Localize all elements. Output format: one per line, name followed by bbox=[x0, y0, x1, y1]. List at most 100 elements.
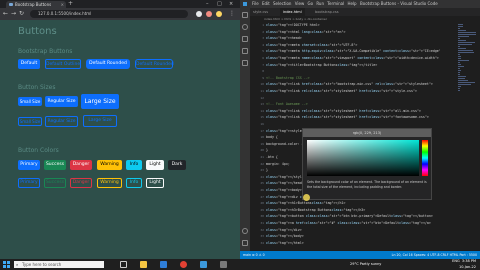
code-line[interactable]: class="tag"><!DOCTYPE html> bbox=[266, 23, 320, 28]
new-tab-button[interactable]: + bbox=[68, 0, 73, 8]
menu-item-view[interactable]: View bbox=[295, 1, 306, 6]
file-explorer-icon[interactable] bbox=[140, 261, 147, 268]
code-line[interactable]: body { bbox=[266, 135, 278, 140]
settings-gear-icon[interactable] bbox=[242, 240, 248, 246]
menu-item-run[interactable]: Run bbox=[316, 1, 325, 6]
task-view-icon[interactable] bbox=[120, 261, 127, 268]
code-line[interactable]: class="tag"><a href=class="str">"#" clas… bbox=[266, 221, 431, 226]
browser-tab[interactable]: Bootstrap Buttons × bbox=[6, 1, 66, 8]
code-line[interactable]: <!-- Bootstrap CSS --> bbox=[266, 76, 310, 81]
vscode-taskbar-icon[interactable] bbox=[200, 261, 207, 268]
code-line[interactable]: <!-- Font Awesome --> bbox=[266, 102, 308, 107]
code-line[interactable]: } bbox=[266, 148, 268, 153]
edge-icon[interactable] bbox=[160, 261, 167, 268]
run-debug-icon[interactable] bbox=[242, 48, 248, 54]
forward-icon[interactable]: → bbox=[11, 10, 16, 18]
url-input[interactable]: 127.0.0.1:5500/index.html bbox=[30, 10, 188, 18]
saturation-gradient[interactable] bbox=[307, 140, 419, 176]
menu-item-edit[interactable]: Edit bbox=[262, 1, 271, 6]
code-line[interactable]: } bbox=[266, 168, 268, 173]
code-line[interactable]: class="tag"><style> bbox=[266, 129, 304, 134]
code-line[interactable]: .btn { bbox=[266, 155, 278, 160]
store-icon[interactable] bbox=[220, 261, 227, 268]
profile-avatar[interactable] bbox=[216, 11, 222, 17]
default-rounded-outline-button[interactable]: Default Rounded bbox=[135, 59, 174, 69]
primary-button[interactable]: Primary bbox=[18, 160, 40, 170]
code-line[interactable]: class="tag"><link rel=class="str">"style… bbox=[266, 109, 421, 114]
code-line[interactable]: class="tag"><html lang=class="str">"en"> bbox=[266, 30, 345, 35]
code-line[interactable]: class="tag"><body> bbox=[266, 188, 302, 193]
default-button[interactable]: Default bbox=[18, 59, 40, 69]
code-line[interactable]: class="tag"><meta charset=class="str">"U… bbox=[266, 43, 357, 48]
code-line[interactable]: class="tag"></style> bbox=[266, 175, 306, 180]
dark-button[interactable]: Dark bbox=[168, 160, 186, 170]
info-button[interactable]: Info bbox=[126, 160, 142, 170]
code-line[interactable]: class="tag"></head> bbox=[266, 181, 304, 186]
small-size-outline-button[interactable]: Small Size bbox=[18, 117, 42, 126]
code-line[interactable]: class="tag"><meta name=class="str">"view… bbox=[266, 56, 439, 61]
code-line[interactable]: class="tag"></body> bbox=[266, 234, 304, 239]
code-line[interactable]: class="tag"><link rel=class="str">"style… bbox=[266, 115, 429, 120]
tab-bootstrap-css[interactable]: bootstrap.css bbox=[312, 8, 342, 16]
success-outline-button[interactable]: Success bbox=[44, 178, 66, 188]
extensions-icon[interactable] bbox=[242, 60, 248, 66]
extension-icon[interactable] bbox=[206, 11, 212, 17]
minimize-icon[interactable]: – bbox=[206, 0, 209, 8]
close-window-icon[interactable]: × bbox=[229, 0, 233, 8]
reload-icon[interactable]: ↻ bbox=[19, 10, 24, 18]
system-tray[interactable]: ENG 3:38 PM 10-Jan-22 bbox=[452, 259, 476, 270]
code-line[interactable]: class="tag"><meta http-equiv=class="str"… bbox=[266, 49, 440, 54]
tab-style-css[interactable]: style.css bbox=[250, 8, 271, 16]
maximize-icon[interactable]: □ bbox=[217, 0, 222, 8]
code-line[interactable]: class="tag"></html> bbox=[266, 241, 304, 246]
code-line[interactable]: class="tag"></div> bbox=[266, 228, 302, 233]
close-tab-icon[interactable]: × bbox=[61, 1, 64, 8]
code-line[interactable]: class="tag"><h3>Bootstrap Buttonsclass="… bbox=[266, 208, 365, 213]
status-right[interactable]: Ln 20, Col 16 Spaces: 4 UTF-8 CRLF HTML … bbox=[392, 251, 477, 259]
code-line[interactable]: class="tag"><button class=class="str">"b… bbox=[266, 214, 433, 219]
bookmark-icon[interactable] bbox=[196, 11, 202, 17]
weather-widget[interactable]: 29°C Partly sunny bbox=[350, 259, 381, 270]
menu-item-selection[interactable]: Selection bbox=[273, 1, 293, 6]
tab-index-html[interactable]: index.html bbox=[280, 8, 305, 16]
code-line[interactable]: class="tag"><title>Bootstrap Buttonsclas… bbox=[266, 63, 377, 68]
source-control-icon[interactable] bbox=[242, 36, 248, 42]
menu-item-help[interactable]: Help bbox=[347, 1, 356, 6]
danger-outline-button[interactable]: Danger bbox=[70, 178, 92, 188]
windows-start-icon[interactable] bbox=[3, 261, 10, 268]
taskbar-search-input[interactable]: ⌕ Type here to search bbox=[14, 261, 104, 268]
default-rounded-button[interactable]: Default Rounded bbox=[86, 59, 130, 69]
color-value[interactable]: rgb(0, 229, 213) bbox=[303, 129, 431, 137]
warning-button[interactable]: Warning bbox=[97, 160, 122, 170]
default-outline-button[interactable]: Default Outline bbox=[45, 59, 81, 69]
primary-outline-button[interactable]: Primary bbox=[18, 178, 40, 188]
danger-button[interactable]: Danger bbox=[70, 160, 92, 170]
large-size-outline-button[interactable]: Large Size bbox=[83, 115, 117, 127]
light-button[interactable]: Light bbox=[146, 160, 164, 170]
minimap[interactable] bbox=[456, 22, 480, 251]
chrome-icon[interactable] bbox=[180, 261, 187, 268]
menu-item-file[interactable]: File bbox=[252, 1, 260, 6]
hue-slider[interactable] bbox=[422, 140, 428, 176]
explorer-icon[interactable] bbox=[242, 12, 248, 18]
large-size-button[interactable]: Large Size bbox=[81, 94, 119, 109]
back-icon[interactable]: ← bbox=[3, 10, 8, 18]
small-size-button[interactable]: Small Size bbox=[18, 97, 42, 106]
success-button[interactable]: Success bbox=[44, 160, 66, 170]
search-icon[interactable] bbox=[242, 24, 248, 30]
status-left[interactable]: main ⊗ 0 ⚠ 0 bbox=[243, 251, 265, 259]
light-outline-button[interactable]: Light bbox=[146, 178, 164, 188]
code-line[interactable]: class="tag"><head> bbox=[266, 36, 302, 41]
code-line[interactable]: margin: 4px; bbox=[266, 162, 290, 167]
warning-outline-button[interactable]: Warning bbox=[97, 178, 122, 188]
regular-size-outline-button[interactable]: Regular Size bbox=[45, 116, 78, 127]
menu-item-go[interactable]: Go bbox=[307, 1, 314, 6]
code-line[interactable]: class="tag"><h1>Buttonsclass="tag"></h1> bbox=[266, 201, 345, 206]
code-line[interactable]: class="tag"><link href=class="str">"boot… bbox=[266, 82, 433, 87]
language-indicator[interactable]: ENG bbox=[452, 259, 460, 263]
account-icon[interactable] bbox=[242, 228, 248, 234]
info-outline-button[interactable]: Info bbox=[126, 178, 142, 188]
menu-kebab-icon[interactable]: ⋮ bbox=[229, 10, 235, 18]
regular-size-button[interactable]: Regular Size bbox=[45, 96, 78, 107]
menu-item-terminal[interactable]: Terminal bbox=[327, 1, 345, 6]
